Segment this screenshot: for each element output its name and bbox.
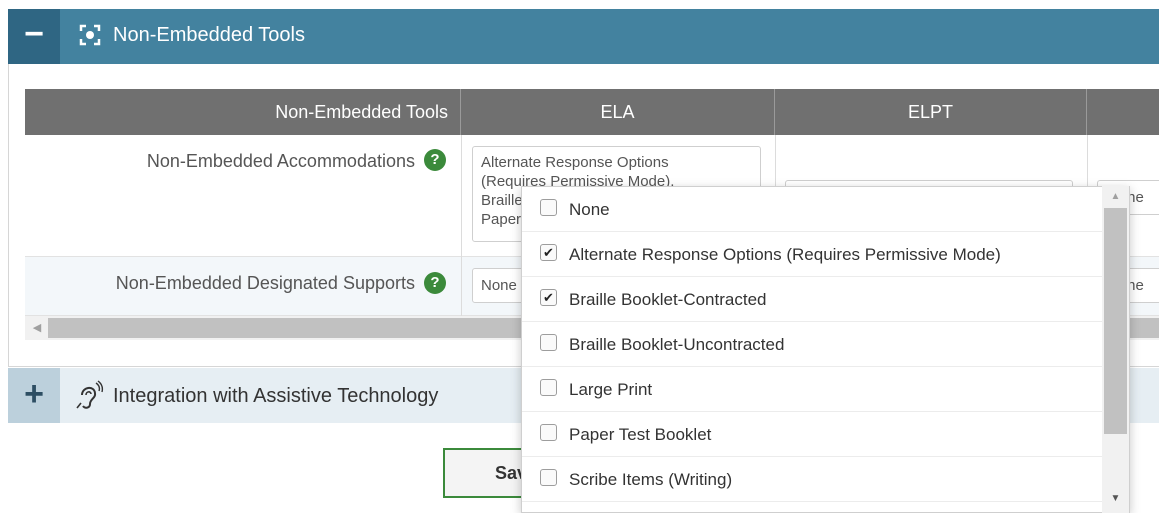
dropdown-option[interactable]: Paper Test Booklet	[522, 412, 1102, 457]
row-label-accommodations: Non-Embedded Accommodations	[146, 151, 415, 171]
column-divider	[461, 135, 462, 316]
checkbox-checked[interactable]: ✔	[540, 289, 557, 306]
option-label: Braille Booklet-Contracted	[569, 290, 767, 309]
scrollbar-thumb[interactable]	[1104, 208, 1127, 434]
target-icon	[78, 23, 102, 47]
checkbox[interactable]	[540, 424, 557, 441]
option-label: Braille Booklet-Uncontracted	[569, 335, 785, 354]
dropdown-option[interactable]: ✔ Alternate Response Options (Requires P…	[522, 232, 1102, 277]
selected-value: Alternate Response Options	[481, 154, 669, 171]
option-label: Paper Test Booklet	[569, 425, 712, 444]
dropdown-option[interactable]: Scribe Items (Writing)	[522, 457, 1102, 502]
column-header-more	[1087, 89, 1159, 135]
checkbox[interactable]	[540, 469, 557, 486]
hearing-icon	[72, 379, 104, 411]
dropdown-option[interactable]: None	[522, 187, 1102, 232]
option-label: None	[569, 200, 610, 219]
option-label: Scribe Items (Writing)	[569, 470, 733, 489]
expand-button[interactable]: +	[8, 368, 60, 423]
dropdown-option[interactable]: Braille Booklet-Uncontracted	[522, 322, 1102, 367]
checkbox[interactable]	[540, 199, 557, 216]
scroll-left-icon[interactable]: ◀	[30, 318, 44, 338]
column-header-elpt: ELPT	[775, 89, 1087, 135]
row-label-designated-supports: Non-Embedded Designated Supports	[115, 273, 415, 293]
column-header-tools: Non-Embedded Tools	[25, 89, 461, 135]
checkbox[interactable]	[540, 379, 557, 396]
dropdown-option[interactable]: Large Print	[522, 367, 1102, 412]
scroll-down-icon[interactable]: ▼	[1102, 490, 1129, 508]
checkbox-checked[interactable]: ✔	[540, 244, 557, 261]
section-title: Integration with Assistive Technology	[113, 385, 439, 407]
section-title: Non-Embedded Tools	[113, 24, 305, 46]
dropdown-option[interactable]: ✔ Braille Booklet-Contracted	[522, 277, 1102, 322]
column-header-ela: ELA	[461, 89, 775, 135]
collapse-button[interactable]: −	[8, 9, 60, 64]
checkbox[interactable]	[540, 334, 557, 351]
scroll-up-icon[interactable]: ▲	[1102, 188, 1129, 206]
accommodations-dropdown[interactable]: None ✔ Alternate Response Options (Requi…	[521, 186, 1130, 513]
option-label: Alternate Response Options (Requires Per…	[569, 245, 1001, 264]
help-icon[interactable]: ?	[424, 272, 446, 294]
option-label: Large Print	[569, 380, 653, 399]
help-icon[interactable]: ?	[424, 149, 446, 171]
